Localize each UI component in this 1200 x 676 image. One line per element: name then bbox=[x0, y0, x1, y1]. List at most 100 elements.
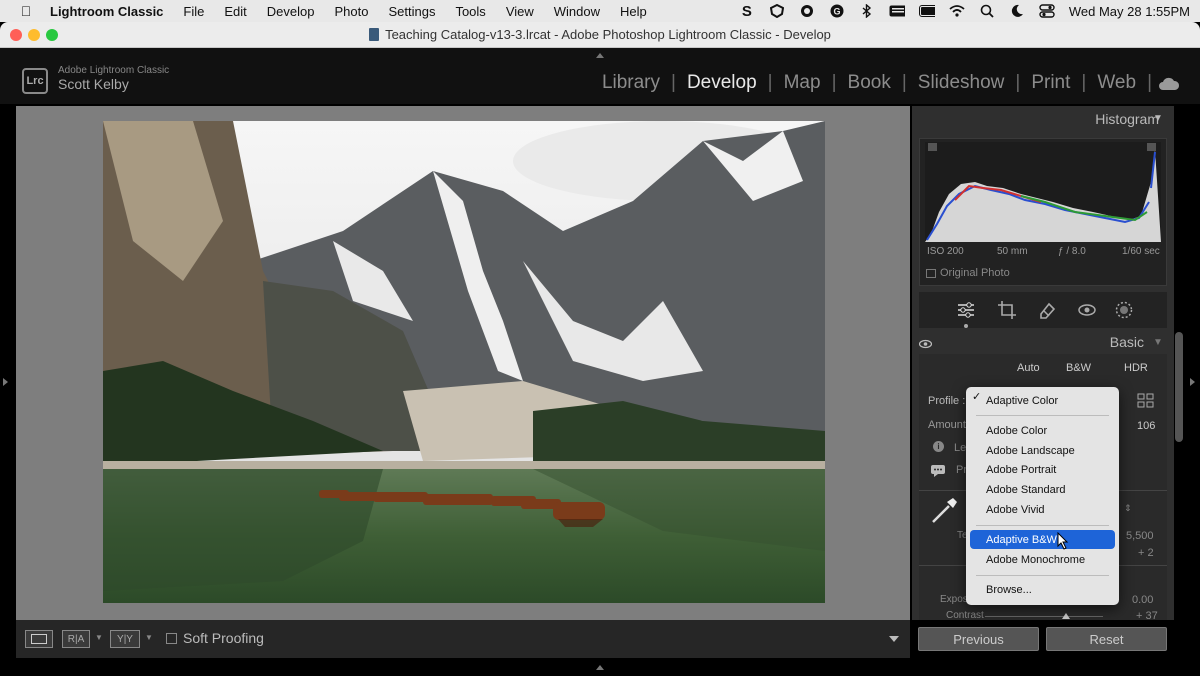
profile-dropdown-menu: ✓ Adaptive Color Adobe Color Adobe Lands… bbox=[966, 387, 1119, 605]
menu-window[interactable]: Window bbox=[544, 4, 610, 19]
module-map[interactable]: Map bbox=[773, 72, 832, 94]
refresh-icon[interactable] bbox=[799, 3, 815, 19]
macos-menu-bar:  Lightroom Classic File Edit Develop Ph… bbox=[0, 0, 1200, 22]
battery-icon[interactable] bbox=[918, 3, 935, 19]
menu-separator bbox=[976, 575, 1109, 576]
contrast-slider-thumb[interactable] bbox=[1062, 613, 1070, 619]
shield-icon[interactable] bbox=[769, 3, 785, 19]
top-panel-toggle-icon[interactable] bbox=[596, 53, 604, 58]
soft-proofing-checkbox[interactable] bbox=[166, 633, 177, 644]
info-icon[interactable]: i bbox=[933, 441, 944, 452]
profile-item-browse[interactable]: Browse... bbox=[970, 580, 1115, 599]
basic-collapse-icon[interactable]: ▼ bbox=[1153, 337, 1163, 348]
menu-view[interactable]: View bbox=[496, 4, 544, 19]
bluetooth-icon[interactable] bbox=[859, 3, 875, 19]
stepper-icon[interactable]: ⇕ bbox=[1124, 503, 1132, 514]
previous-button[interactable]: Previous bbox=[918, 627, 1039, 651]
keyboard-icon[interactable] bbox=[889, 3, 905, 19]
menu-app-name[interactable]: Lightroom Classic bbox=[40, 4, 173, 19]
control-center-icon[interactable] bbox=[1039, 3, 1055, 19]
module-separator: | bbox=[1147, 72, 1152, 93]
highlight-clipping-icon[interactable] bbox=[1147, 143, 1156, 151]
profile-item-adobe-vivid[interactable]: Adobe Vivid bbox=[970, 500, 1115, 519]
grammarly-icon[interactable]: G bbox=[829, 3, 845, 19]
module-web[interactable]: Web bbox=[1086, 72, 1147, 94]
profile-item-adaptive-bw[interactable]: Adaptive B&W bbox=[970, 530, 1115, 549]
moon-icon[interactable] bbox=[1009, 3, 1025, 19]
module-library[interactable]: Library bbox=[591, 72, 671, 94]
wifi-icon[interactable] bbox=[949, 3, 965, 19]
red-eye-icon[interactable] bbox=[1077, 300, 1097, 320]
module-book[interactable]: Book bbox=[837, 72, 902, 94]
menu-develop[interactable]: Develop bbox=[257, 4, 325, 19]
menu-help[interactable]: Help bbox=[610, 4, 657, 19]
module-develop[interactable]: Develop bbox=[676, 72, 768, 94]
menu-settings[interactable]: Settings bbox=[378, 4, 445, 19]
profile-item-adobe-portrait[interactable]: Adobe Portrait bbox=[970, 460, 1115, 479]
histogram-graph[interactable] bbox=[925, 142, 1161, 242]
auto-button[interactable]: Auto bbox=[1017, 362, 1040, 374]
right-panel-scrollbar[interactable] bbox=[1175, 332, 1183, 442]
before-after-lr-button[interactable]: R|A bbox=[62, 630, 90, 648]
reset-button[interactable]: Reset bbox=[1046, 627, 1167, 651]
cloud-sync-icon[interactable] bbox=[1158, 76, 1180, 92]
profile-label: Profile : bbox=[928, 395, 966, 407]
profile-browser-grid-icon[interactable] bbox=[1137, 393, 1155, 414]
crop-icon[interactable] bbox=[997, 300, 1017, 320]
window-maximize-button[interactable] bbox=[46, 29, 58, 41]
menu-edit[interactable]: Edit bbox=[214, 4, 256, 19]
dollar-s-icon[interactable]: S bbox=[739, 3, 755, 20]
histogram-header[interactable]: Histogram bbox=[1095, 111, 1159, 127]
window-minimize-button[interactable] bbox=[28, 29, 40, 41]
bw-button[interactable]: B&W bbox=[1066, 362, 1091, 374]
shadow-clipping-icon[interactable] bbox=[928, 143, 937, 151]
module-slideshow[interactable]: Slideshow bbox=[907, 72, 1016, 94]
profile-item-adobe-landscape[interactable]: Adobe Landscape bbox=[970, 441, 1115, 460]
amount-value[interactable]: 106 bbox=[1137, 420, 1155, 432]
loupe-view-button[interactable] bbox=[25, 630, 53, 648]
menu-file[interactable]: File bbox=[173, 4, 214, 19]
profile-item-adobe-color[interactable]: Adobe Color bbox=[970, 421, 1115, 440]
toolbar-options-dropdown[interactable] bbox=[880, 628, 908, 650]
module-print[interactable]: Print bbox=[1020, 72, 1081, 94]
amount-label: Amount bbox=[928, 419, 966, 431]
eraser-heal-icon[interactable] bbox=[1037, 300, 1057, 320]
basic-header[interactable]: Basic bbox=[1110, 334, 1144, 350]
mouse-cursor-icon bbox=[1057, 531, 1069, 555]
tint-value[interactable]: + 2 bbox=[1138, 547, 1154, 559]
identity-user-name: Scott Kelby bbox=[58, 76, 129, 92]
chevron-down-icon[interactable]: ▼ bbox=[145, 633, 153, 642]
basic-title: Basic bbox=[1109, 334, 1144, 350]
panel-visibility-eye-icon[interactable] bbox=[918, 336, 933, 354]
masking-icon[interactable] bbox=[1114, 300, 1134, 320]
white-balance-eyedropper-icon[interactable] bbox=[929, 496, 959, 531]
before-after-tb-button[interactable]: Y|Y bbox=[110, 630, 140, 648]
module-picker: Library | Develop | Map | Book | Slideshow | … bbox=[591, 72, 1152, 94]
menubar-clock[interactable]: Wed May 28 1:55PM bbox=[1069, 4, 1190, 19]
photo-preview[interactable] bbox=[103, 121, 825, 603]
chat-bubble-icon[interactable] bbox=[930, 464, 946, 483]
profile-item-adaptive-color[interactable]: Adaptive Color bbox=[970, 391, 1115, 410]
menu-tools[interactable]: Tools bbox=[445, 4, 495, 19]
edit-sliders-icon[interactable] bbox=[956, 300, 976, 320]
chevron-down-icon[interactable]: ▼ bbox=[95, 633, 103, 642]
contrast-slider-track[interactable] bbox=[985, 616, 1103, 617]
profile-item-adobe-monochrome[interactable]: Adobe Monochrome bbox=[970, 550, 1115, 569]
profile-item-adobe-standard[interactable]: Adobe Standard bbox=[970, 480, 1115, 499]
menu-separator bbox=[976, 525, 1109, 526]
hdr-button[interactable]: HDR bbox=[1124, 362, 1148, 374]
contrast-value[interactable]: + 37 bbox=[1136, 610, 1158, 622]
svg-text:G: G bbox=[833, 7, 840, 17]
apple-icon[interactable]:  bbox=[12, 3, 40, 19]
menu-photo[interactable]: Photo bbox=[324, 4, 378, 19]
exposure-value[interactable]: 0.00 bbox=[1132, 594, 1153, 606]
filmstrip-toggle-icon[interactable] bbox=[596, 665, 604, 670]
histogram-collapse-icon[interactable]: ▼ bbox=[1153, 113, 1163, 124]
right-panel-toggle-icon[interactable] bbox=[1190, 378, 1195, 386]
search-icon[interactable] bbox=[979, 3, 995, 19]
window-close-button[interactable] bbox=[10, 29, 22, 41]
temp-value[interactable]: 5,500 bbox=[1126, 530, 1154, 542]
left-panel-toggle-icon[interactable] bbox=[3, 378, 8, 386]
menu-separator bbox=[976, 415, 1109, 416]
exif-iso: ISO 200 bbox=[927, 246, 964, 257]
